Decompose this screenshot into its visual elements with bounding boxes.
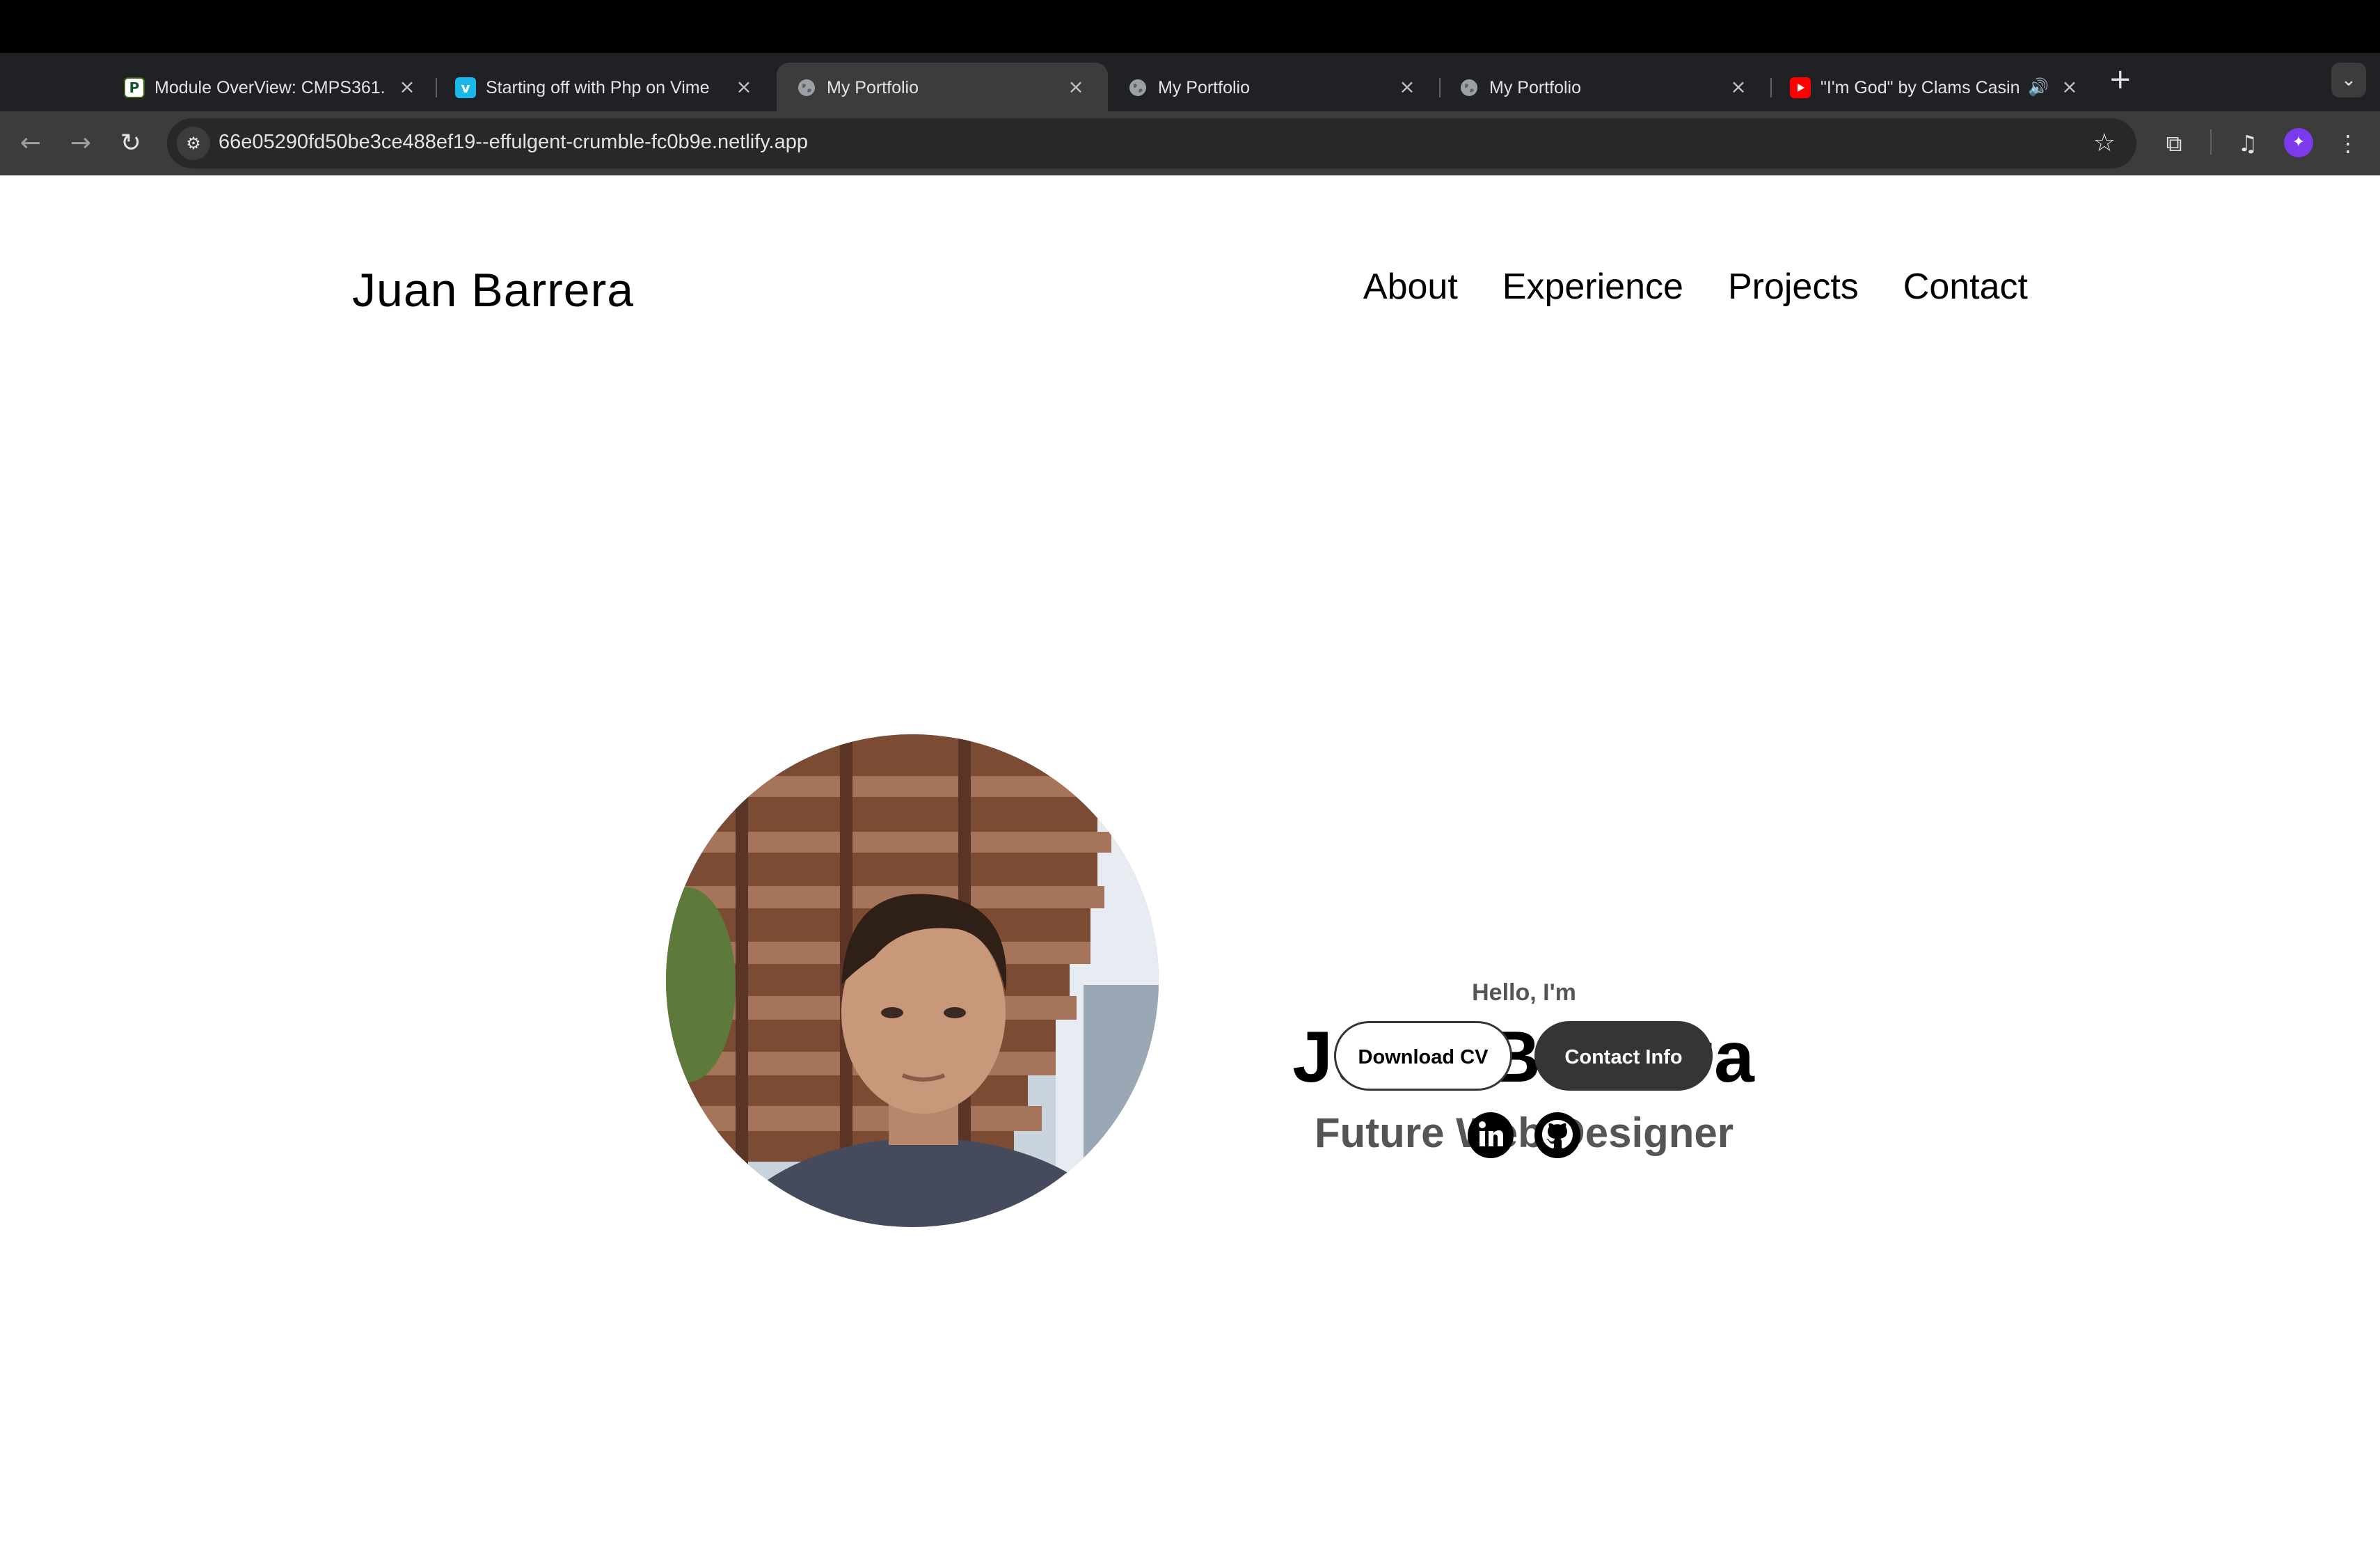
profile-avatar[interactable]: ✦ bbox=[2284, 128, 2313, 157]
nav-projects[interactable]: Projects bbox=[1728, 266, 1859, 308]
tab-bar: P Module OverView: CMPS361. × v Starting… bbox=[0, 53, 2380, 111]
main-nav: About Experience Projects Contact bbox=[1363, 266, 2028, 308]
tab-title: My Portfolio bbox=[1158, 78, 1250, 97]
hero-name: Juan Barrera bbox=[1292, 1017, 1756, 1098]
github-icon[interactable] bbox=[1534, 1112, 1581, 1159]
reload-icon[interactable]: ↻ bbox=[114, 127, 148, 160]
tab-title: "I'm God" by Clams Casin bbox=[1820, 78, 2020, 97]
p-favicon-icon: P bbox=[124, 77, 145, 98]
download-cv-button[interactable]: Download CV bbox=[1334, 1021, 1512, 1091]
globe-favicon-icon bbox=[1127, 77, 1148, 98]
new-tab-icon[interactable]: + bbox=[2109, 65, 2132, 93]
tab-title: My Portfolio bbox=[827, 78, 919, 97]
greeting-text: Hello, I'm bbox=[1472, 979, 1576, 1006]
tab-my-portfolio-active[interactable]: My Portfolio × bbox=[777, 63, 1108, 111]
forward-icon[interactable]: → bbox=[64, 127, 97, 160]
tab-my-portfolio-2[interactable]: My Portfolio × bbox=[1108, 63, 1441, 111]
tab-title: Module OverView: CMPS361. bbox=[154, 78, 384, 97]
window-top-strip bbox=[0, 0, 2380, 53]
speaker-icon[interactable]: 🔊 bbox=[2028, 77, 2049, 97]
tab-module-overview[interactable]: P Module OverView: CMPS361. × bbox=[104, 63, 437, 111]
bookmark-star-icon[interactable]: ☆ bbox=[2093, 128, 2116, 159]
youtube-favicon-icon bbox=[1790, 77, 1811, 98]
nav-contact[interactable]: Contact bbox=[1903, 266, 2028, 308]
nav-about[interactable]: About bbox=[1363, 266, 1458, 308]
globe-favicon-icon bbox=[796, 77, 817, 98]
nav-experience[interactable]: Experience bbox=[1502, 266, 1683, 308]
back-icon[interactable]: ← bbox=[14, 127, 47, 160]
toolbar-separator bbox=[2210, 129, 2212, 155]
tab-close-icon[interactable]: × bbox=[1397, 77, 1418, 97]
url-text[interactable]: 66e05290fd50be3ce488ef19--effulgent-crum… bbox=[219, 131, 808, 154]
hero-role: Future Web Designer bbox=[1314, 1109, 1734, 1156]
site-settings-icon[interactable]: ⚙ bbox=[177, 127, 210, 160]
tab-my-portfolio-3[interactable]: My Portfolio × bbox=[1439, 63, 1772, 111]
tab-close-icon[interactable]: × bbox=[1728, 77, 1749, 97]
linkedin-icon[interactable] bbox=[1467, 1112, 1514, 1159]
globe-favicon-icon bbox=[1459, 77, 1479, 98]
tab-search-chevron-icon[interactable]: ⌄ bbox=[2331, 63, 2366, 97]
media-controls-icon[interactable]: ♫ bbox=[2231, 127, 2264, 160]
vimeo-favicon-icon: v bbox=[455, 77, 476, 98]
contact-info-button[interactable]: Contact Info bbox=[1534, 1021, 1713, 1091]
site-logo[interactable]: Juan Barrera bbox=[352, 263, 634, 317]
tab-close-icon[interactable]: × bbox=[397, 77, 418, 97]
tab-title: My Portfolio bbox=[1489, 78, 1581, 97]
portfolio-page: Juan Barrera About Experience Projects C… bbox=[0, 175, 2380, 1541]
tab-close-icon[interactable]: × bbox=[733, 77, 754, 97]
tab-title: Starting off with Php on Vime bbox=[486, 78, 710, 97]
profile-photo bbox=[666, 734, 1159, 1227]
tab-close-icon[interactable]: × bbox=[2059, 77, 2080, 97]
hero-intro: Hello, I'm Juan Barrera Future Web Desig… bbox=[1183, 979, 1865, 1157]
browser-toolbar: ← → ↻ ⚙ 66e05290fd50be3ce488ef19--effulg… bbox=[0, 111, 2380, 175]
extensions-puzzle-icon[interactable]: ⧉ bbox=[2157, 127, 2191, 160]
address-bar[interactable]: ⚙ 66e05290fd50be3ce488ef19--effulgent-cr… bbox=[167, 118, 2136, 168]
tab-php-vimeo[interactable]: v Starting off with Php on Vime × bbox=[436, 63, 777, 111]
tab-close-icon[interactable]: × bbox=[1065, 77, 1086, 97]
tab-youtube[interactable]: "I'm God" by Clams Casin 🔊 × bbox=[1770, 63, 2102, 111]
menu-kebab-icon[interactable]: ⋮ bbox=[2331, 127, 2365, 160]
